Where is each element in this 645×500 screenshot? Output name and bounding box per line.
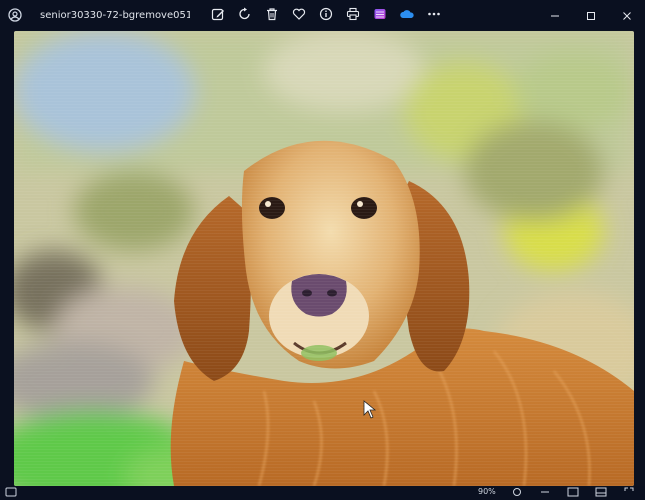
info-icon: [319, 6, 333, 25]
trash-icon: [265, 6, 279, 25]
image-viewer[interactable]: [14, 31, 634, 486]
status-bar: 90%: [0, 486, 645, 500]
filmstrip-icon: [5, 487, 17, 499]
window-title: senior30330-72-bgremove0519-72...: [40, 9, 190, 21]
file-info-button[interactable]: [314, 4, 338, 26]
edit-image-button[interactable]: [206, 4, 230, 26]
rotate-button[interactable]: [233, 4, 257, 26]
fit-icon: [567, 487, 579, 499]
clipchamp-icon: [373, 6, 387, 25]
minimize-button[interactable]: [537, 0, 573, 30]
window-controls: [537, 0, 645, 30]
delete-button[interactable]: [260, 4, 284, 26]
favorite-button[interactable]: [287, 4, 311, 26]
rotate-icon: [238, 6, 252, 25]
view-icon: [595, 487, 607, 499]
photos-app-icon[interactable]: [6, 6, 24, 24]
zoom-out-button[interactable]: [510, 487, 524, 498]
maximize-button[interactable]: [573, 0, 609, 30]
clipchamp-button[interactable]: [368, 4, 392, 26]
filmstrip-button[interactable]: [5, 487, 17, 499]
zoom-in-icon: [540, 487, 550, 499]
close-button[interactable]: [609, 0, 645, 30]
more-icon: [427, 6, 441, 25]
close-icon: [622, 6, 632, 25]
onedrive-button[interactable]: [395, 4, 419, 26]
print-button[interactable]: [341, 4, 365, 26]
status-icons: [510, 487, 645, 498]
view-mode-button[interactable]: [594, 487, 608, 498]
golden-retriever-photo: [14, 31, 634, 486]
toolbar: [204, 4, 447, 26]
cloud-icon: [399, 6, 415, 25]
fit-to-window-button[interactable]: [566, 487, 580, 498]
fullscreen-icon: [624, 487, 634, 499]
zoom-in-button[interactable]: [538, 487, 552, 498]
more-options-button[interactable]: [422, 4, 446, 26]
title-bar: senior30330-72-bgremove0519-72...: [0, 0, 645, 30]
zoom-level[interactable]: 90%: [478, 487, 496, 496]
minimize-icon: [550, 6, 560, 25]
edit-icon: [211, 6, 225, 25]
heart-icon: [292, 6, 306, 25]
fullscreen-button[interactable]: [622, 487, 636, 498]
zoom-out-icon: [512, 487, 522, 499]
printer-icon: [346, 6, 360, 25]
maximize-icon: [586, 6, 596, 25]
